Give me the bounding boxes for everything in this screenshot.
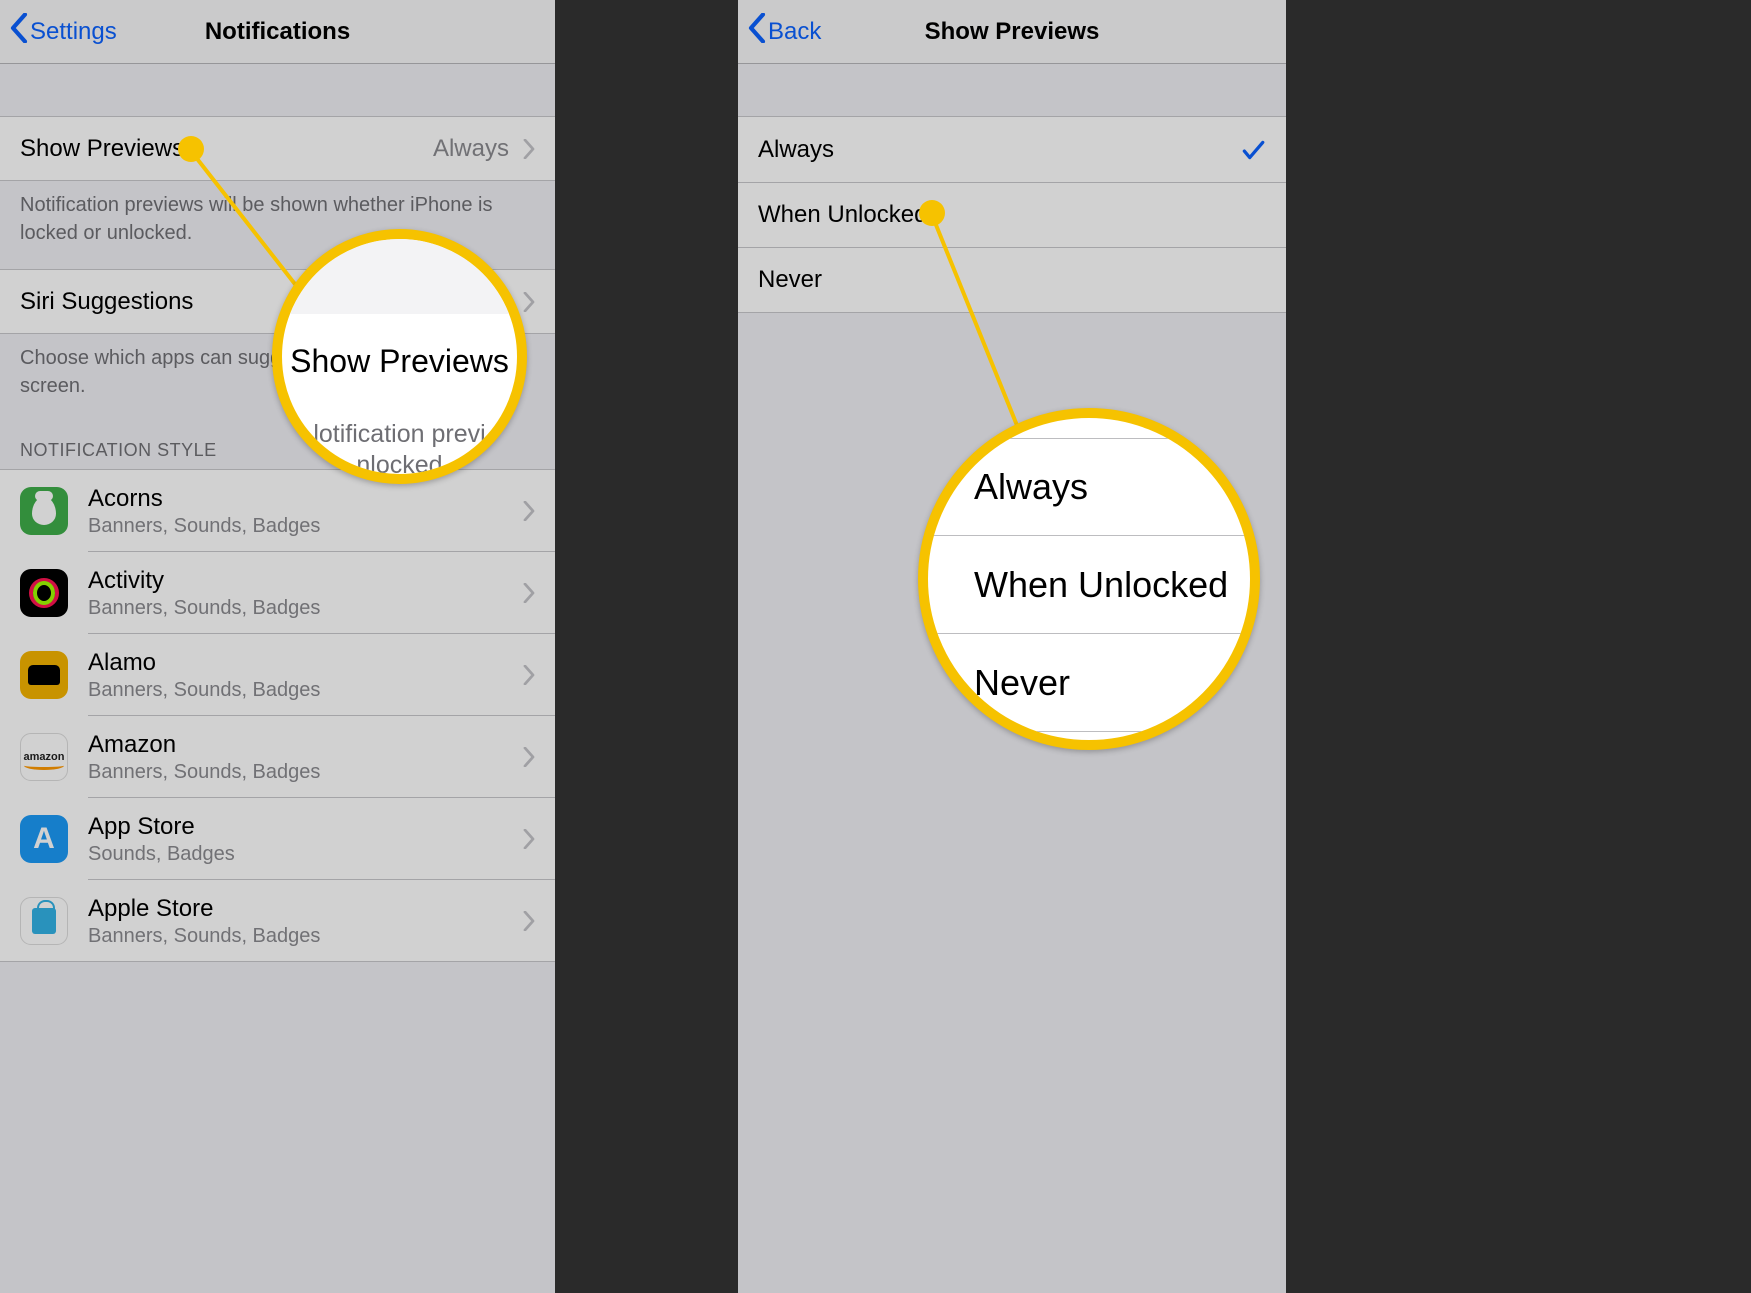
app-texts: AlamoBanners, Sounds, Badges <box>88 649 523 702</box>
app-icon: A <box>20 815 68 863</box>
app-subtitle: Sounds, Badges <box>88 843 523 866</box>
spacer <box>738 64 1286 116</box>
app-texts: ActivityBanners, Sounds, Badges <box>88 567 523 620</box>
app-name: Apple Store <box>88 895 523 923</box>
app-row-apple-store[interactable]: Apple StoreBanners, Sounds, Badges <box>0 880 555 962</box>
app-icon <box>20 487 68 535</box>
app-row-acorns[interactable]: AcornsBanners, Sounds, Badges <box>0 470 555 552</box>
app-texts: AmazonBanners, Sounds, Badges <box>88 731 523 784</box>
option-label: When Unlocked <box>758 201 927 229</box>
preview-options-list: Always When Unlocked Never <box>738 116 1286 313</box>
back-button[interactable]: Back <box>748 13 821 50</box>
checkmark-icon <box>1240 137 1266 163</box>
app-row-alamo[interactable]: AlamoBanners, Sounds, Badges <box>0 634 555 716</box>
app-row-activity[interactable]: ActivityBanners, Sounds, Badges <box>0 552 555 634</box>
chevron-right-icon <box>523 829 535 849</box>
chevron-right-icon <box>523 665 535 685</box>
preview-option-never[interactable]: Never <box>738 247 1286 312</box>
preview-option-when-unlocked[interactable]: When Unlocked <box>738 182 1286 247</box>
chevron-right-icon <box>523 501 535 521</box>
app-name: Alamo <box>88 649 523 677</box>
app-row-app-store[interactable]: A App StoreSounds, Badges <box>0 798 555 880</box>
zoom-option-when-unlocked: When Unlocked <box>928 536 1250 634</box>
app-row-amazon[interactable]: amazon AmazonBanners, Sounds, Badges <box>0 716 555 798</box>
show-previews-label: Show Previews <box>20 135 433 163</box>
chevron-right-icon <box>523 911 535 931</box>
option-label: Never <box>758 266 822 294</box>
app-icon <box>20 651 68 699</box>
app-texts: AcornsBanners, Sounds, Badges <box>88 485 523 538</box>
chevron-right-icon <box>523 139 535 159</box>
back-button-settings[interactable]: Settings <box>10 13 117 50</box>
chevron-right-icon <box>523 583 535 603</box>
zoom-title: Show Previews <box>282 314 517 409</box>
chevron-left-icon <box>748 13 766 50</box>
back-label: Back <box>768 18 821 46</box>
app-name: Acorns <box>88 485 523 513</box>
chevron-right-icon <box>523 747 535 767</box>
app-subtitle: Banners, Sounds, Badges <box>88 597 523 620</box>
app-name: Amazon <box>88 731 523 759</box>
zoom-callout-options: Always When Unlocked Never <box>918 408 1260 750</box>
zoom-footer-line1: lotification previ <box>313 420 485 448</box>
notifications-screen: Settings Notifications Show Previews Alw… <box>0 0 555 1293</box>
nav-bar: Back Show Previews <box>738 0 1286 64</box>
back-label: Settings <box>30 18 117 46</box>
zoom-option-never: Never <box>928 634 1250 732</box>
annotation-marker <box>919 200 945 226</box>
zoom-footer: lotification previ nlocked <box>282 409 517 474</box>
nav-bar: Settings Notifications <box>0 0 555 64</box>
show-previews-row[interactable]: Show Previews Always <box>0 116 555 181</box>
zoom-option-always: Always <box>928 438 1250 536</box>
app-name: Activity <box>88 567 523 595</box>
app-subtitle: Banners, Sounds, Badges <box>88 761 523 784</box>
page-title: Show Previews <box>925 18 1100 46</box>
app-name: App Store <box>88 813 523 841</box>
chevron-left-icon <box>10 13 28 50</box>
app-subtitle: Banners, Sounds, Badges <box>88 515 523 538</box>
app-texts: App StoreSounds, Badges <box>88 813 523 866</box>
zoom-top <box>282 239 517 314</box>
zoom-stack: Always When Unlocked Never <box>928 438 1250 732</box>
page-title: Notifications <box>205 18 350 46</box>
preview-option-always[interactable]: Always <box>738 117 1286 182</box>
option-label: Always <box>758 136 834 164</box>
app-icon <box>20 569 68 617</box>
app-icon <box>20 897 68 945</box>
notification-style-list: AcornsBanners, Sounds, BadgesActivityBan… <box>0 469 555 962</box>
app-icon: amazon <box>20 733 68 781</box>
app-subtitle: Banners, Sounds, Badges <box>88 925 523 948</box>
app-subtitle: Banners, Sounds, Badges <box>88 679 523 702</box>
show-previews-value: Always <box>433 135 509 163</box>
chevron-right-icon <box>523 292 535 312</box>
zoom-callout-show-previews: Show Previews lotification previ nlocked <box>272 229 527 484</box>
app-texts: Apple StoreBanners, Sounds, Badges <box>88 895 523 948</box>
zoom-footer-line2: nlocked <box>356 451 442 479</box>
annotation-marker <box>178 136 204 162</box>
spacer <box>0 64 555 116</box>
